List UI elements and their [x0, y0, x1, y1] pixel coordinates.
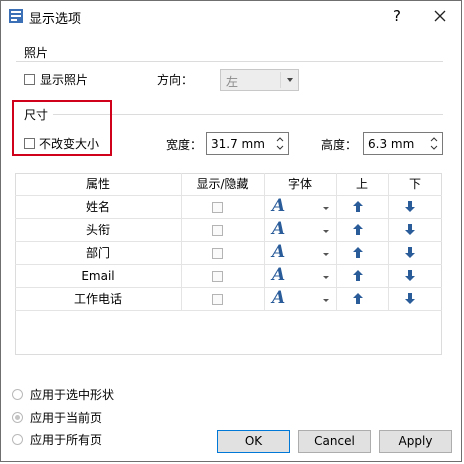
combo-separator: [280, 72, 281, 88]
chevron-down-icon[interactable]: [323, 299, 329, 302]
highlight-box: [12, 100, 112, 156]
ok-button[interactable]: OK: [217, 430, 290, 453]
arrow-up-icon[interactable]: [352, 246, 364, 259]
attribute-name: 工作电话: [73, 292, 122, 306]
dialog-title: 显示选项: [29, 12, 82, 27]
show-hide-checkbox[interactable]: [212, 294, 223, 305]
font-icon[interactable]: A: [272, 242, 285, 262]
apply-current-page-label: 应用于当前页: [30, 411, 103, 425]
show-hide-checkbox[interactable]: [212, 202, 223, 213]
font-icon[interactable]: A: [272, 265, 285, 285]
show-photo-label: 显示照片: [40, 73, 89, 87]
arrow-down-icon[interactable]: [404, 200, 416, 213]
attribute-name: 部门: [85, 246, 110, 260]
header-up: 上: [355, 177, 368, 191]
show-photo-checkbox[interactable]: [24, 74, 35, 85]
display-options-icon: [9, 9, 23, 23]
width-label: 宽度：: [166, 138, 203, 152]
title-bar: 显示选项 ?: [1, 1, 461, 31]
spinner-arrows-icon[interactable]: [273, 134, 287, 153]
help-button[interactable]: ?: [387, 5, 407, 27]
show-hide-checkbox[interactable]: [212, 225, 223, 236]
chevron-down-icon[interactable]: [323, 207, 329, 210]
apply-all-pages-label: 应用于所有页: [30, 433, 103, 447]
show-hide-checkbox[interactable]: [212, 248, 223, 259]
width-spinner[interactable]: 31.7 mm: [206, 132, 289, 155]
direction-select[interactable]: 左: [220, 69, 299, 91]
arrow-up-icon[interactable]: [352, 292, 364, 305]
direction-label: 方向：: [157, 73, 194, 87]
arrow-up-icon[interactable]: [352, 223, 364, 236]
display-options-dialog: 显示选项 ? 照片 显示照片 方向： 左 尺寸 不改变大小 宽度： 31.7 m…: [0, 0, 462, 462]
apply-selected-shapes-radio[interactable]: [12, 389, 23, 400]
arrow-down-icon[interactable]: [404, 292, 416, 305]
apply-current-page-radio[interactable]: [12, 412, 23, 423]
apply-all-pages-radio[interactable]: [12, 434, 23, 445]
row-divider: [15, 310, 442, 311]
font-icon[interactable]: A: [272, 288, 285, 308]
chevron-down-icon[interactable]: [323, 276, 329, 279]
photo-section-label: 照片: [24, 46, 49, 60]
height-spinner[interactable]: 6.3 mm: [363, 132, 443, 155]
attribute-name: Email: [81, 269, 115, 283]
direction-value: 左: [226, 75, 239, 89]
close-icon[interactable]: [429, 5, 451, 27]
chevron-down-icon: [287, 78, 293, 82]
arrow-down-icon[interactable]: [404, 246, 416, 259]
chevron-down-icon[interactable]: [323, 230, 329, 233]
header-down: 下: [408, 177, 421, 191]
photo-divider: [16, 61, 443, 62]
header-attribute: 属性: [85, 177, 110, 191]
font-icon[interactable]: A: [272, 219, 285, 239]
arrow-down-icon[interactable]: [404, 223, 416, 236]
arrow-up-icon[interactable]: [352, 269, 364, 282]
cancel-button[interactable]: Cancel: [298, 430, 371, 453]
header-show-hide: 显示/隐藏: [196, 177, 249, 191]
chevron-down-icon[interactable]: [323, 253, 329, 256]
header-font: 字体: [287, 177, 312, 191]
attribute-name: 头衔: [85, 223, 110, 237]
font-icon[interactable]: A: [272, 196, 285, 216]
attribute-name: 姓名: [85, 200, 110, 214]
show-hide-checkbox[interactable]: [212, 271, 223, 282]
width-value: 31.7 mm: [211, 137, 265, 151]
height-value: 6.3 mm: [368, 137, 415, 151]
apply-button[interactable]: Apply: [379, 430, 452, 453]
height-label: 高度：: [321, 138, 358, 152]
spinner-arrows-icon[interactable]: [427, 134, 441, 153]
apply-selected-shapes-label: 应用于选中形状: [30, 388, 115, 402]
arrow-up-icon[interactable]: [352, 200, 364, 213]
arrow-down-icon[interactable]: [404, 269, 416, 282]
